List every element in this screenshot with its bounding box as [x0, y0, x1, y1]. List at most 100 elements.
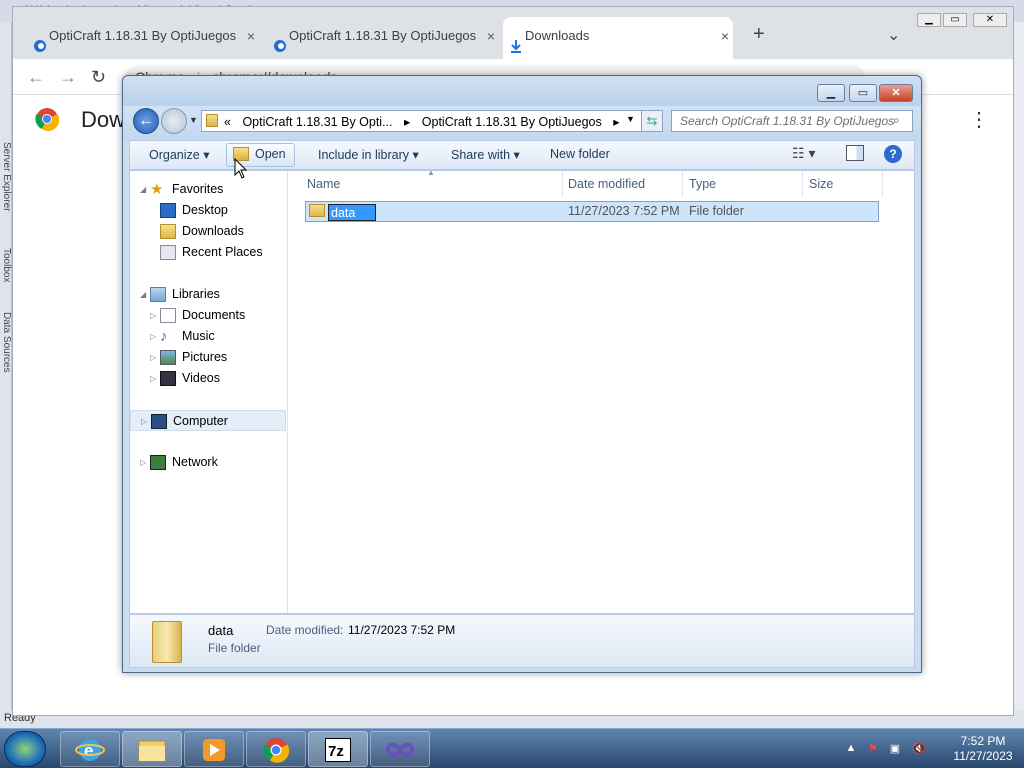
breadcrumb-separator-icon[interactable]: ▸ — [404, 115, 410, 129]
nav-pictures[interactable]: ▷ Pictures — [130, 347, 286, 368]
chrome-minimize-button[interactable]: ▁ — [917, 13, 941, 27]
close-tab-icon[interactable]: × — [487, 17, 495, 55]
address-dropdown-icon[interactable]: ▼ — [626, 114, 635, 124]
organize-button[interactable]: Organize ▾ — [149, 147, 209, 162]
breadcrumb[interactable]: « OptiCraft 1.18.31 By Opti... ▸ OptiCra… — [201, 110, 663, 132]
file-type: File folder — [689, 204, 744, 218]
back-button[interactable]: ← — [27, 67, 45, 88]
nav-desktop[interactable]: Desktop — [130, 200, 286, 221]
tab-search-button[interactable]: ⌄ — [887, 25, 900, 45]
tab-opticraft-2[interactable]: OptiCraft 1.18.31 By OptiJuegos × — [267, 17, 499, 59]
breadcrumb-overflow[interactable]: « — [224, 115, 231, 129]
tab-opticraft-1[interactable]: OptiCraft 1.18.31 By OptiJuegos × — [27, 17, 259, 59]
start-button[interactable] — [4, 731, 46, 767]
tab-label: OptiCraft 1.18.31 By OptiJuegos — [49, 28, 237, 43]
file-name-edit[interactable]: data — [328, 204, 376, 221]
nav-label: Music — [182, 329, 215, 343]
nav-libraries[interactable]: ◢ Libraries — [130, 284, 286, 305]
system-clock[interactable]: 7:52 PM 11/27/2023 — [948, 734, 1018, 764]
column-header-size[interactable]: Size — [809, 177, 833, 191]
volume-muted-icon[interactable]: 🔇 — [912, 742, 926, 756]
taskbar-explorer[interactable] — [122, 731, 182, 767]
show-hidden-icons-icon[interactable]: ▲ — [844, 742, 858, 756]
nav-favorites[interactable]: ◢ ★ Favorites — [130, 179, 286, 200]
chrome-close-button[interactable]: ✕ — [973, 13, 1007, 27]
breadcrumb-item-current[interactable]: OptiCraft 1.18.31 By OptiJuegos — [422, 115, 602, 129]
search-input[interactable]: Search OptiCraft 1.18.31 By OptiJuegos — [671, 110, 913, 132]
table-row[interactable]: data 11/27/2023 7:52 PM File folder — [305, 201, 879, 222]
tab-downloads[interactable]: Downloads × — [503, 17, 733, 59]
collapse-arrow-icon[interactable]: ▷ — [150, 326, 156, 347]
collapse-arrow-icon[interactable]: ▷ — [150, 305, 156, 326]
nav-recent-places[interactable]: Recent Places — [130, 242, 286, 263]
expand-arrow-icon[interactable]: ◢ — [140, 179, 146, 200]
nav-label: Downloads — [182, 224, 244, 238]
column-header-name[interactable]: Name — [307, 177, 340, 191]
reload-button[interactable]: ↻ — [91, 67, 106, 88]
expand-arrow-icon[interactable]: ◢ — [140, 284, 146, 305]
nav-label: Computer — [173, 414, 228, 428]
taskbar-visual-studio[interactable] — [370, 731, 430, 767]
nav-downloads[interactable]: Downloads — [130, 221, 286, 242]
column-divider[interactable] — [802, 171, 803, 197]
taskbar-chrome[interactable] — [246, 731, 306, 767]
new-folder-button[interactable]: New folder — [550, 147, 610, 161]
search-icon[interactable]: ⌕ — [893, 113, 900, 128]
nav-computer[interactable]: ▷ Computer — [130, 410, 286, 431]
include-in-library-button[interactable]: Include in library ▾ — [318, 147, 419, 162]
breadcrumb-item-parent[interactable]: OptiCraft 1.18.31 By Opti... — [242, 115, 392, 129]
column-divider[interactable] — [682, 171, 683, 197]
view-options-icon[interactable]: ☷ ▾ — [792, 145, 815, 162]
forward-button[interactable]: → — [59, 67, 77, 88]
column-header-type[interactable]: Type — [689, 177, 716, 191]
nav-documents[interactable]: ▷ Documents — [130, 305, 286, 326]
preview-pane-icon[interactable] — [846, 145, 864, 161]
edge-favicon-icon — [33, 30, 47, 52]
chrome-logo-icon — [35, 107, 60, 134]
column-divider[interactable] — [562, 171, 563, 197]
clock-time: 7:52 PM — [960, 734, 1006, 748]
recent-pages-dropdown[interactable]: ▼ — [189, 115, 198, 125]
taskbar-7zip[interactable]: 7z — [308, 731, 368, 767]
nav-network[interactable]: ▷ Network — [130, 452, 286, 473]
explorer-body: ◢ ★ Favorites Desktop Downloads Recent P… — [129, 168, 915, 614]
share-with-button[interactable]: Share with ▾ — [451, 147, 520, 162]
forward-arrow-icon[interactable] — [161, 108, 187, 134]
explorer-close-button[interactable]: ✕ — [879, 84, 913, 102]
chrome-maximize-button[interactable]: ▭ — [943, 13, 967, 27]
network-status-icon[interactable]: ▣ — [888, 742, 902, 756]
svg-text:7z: 7z — [328, 743, 344, 760]
column-header-date[interactable]: Date modified — [568, 177, 645, 191]
svg-text:e: e — [84, 741, 93, 760]
collapse-arrow-icon[interactable]: ▷ — [141, 411, 147, 432]
action-center-icon[interactable]: ⚑ — [866, 742, 880, 756]
close-tab-icon[interactable]: × — [247, 17, 255, 55]
close-tab-icon[interactable]: × — [721, 17, 729, 55]
taskbar-media-player[interactable] — [184, 731, 244, 767]
new-tab-button[interactable]: + — [753, 23, 765, 46]
nav-label: Pictures — [182, 350, 228, 364]
help-icon[interactable]: ? — [884, 145, 902, 163]
explorer-minimize-button[interactable]: ▁ — [817, 84, 845, 102]
column-divider[interactable] — [882, 171, 883, 197]
back-arrow-icon[interactable]: ← — [133, 108, 159, 134]
file-list-pane: Name ▲ Date modified Type Size data 11/2… — [289, 168, 915, 613]
refresh-icon[interactable]: ⇆ — [641, 110, 663, 132]
breadcrumb-separator-icon[interactable]: ▸ — [613, 115, 619, 129]
explorer-maximize-button[interactable]: ▭ — [849, 84, 877, 102]
nav-videos[interactable]: ▷ Videos — [130, 368, 286, 389]
collapse-arrow-icon[interactable]: ▷ — [150, 368, 156, 389]
collapse-arrow-icon[interactable]: ▷ — [140, 452, 146, 473]
vs-tab-data-sources[interactable]: Data Sources — [0, 312, 12, 432]
download-icon — [509, 30, 523, 53]
collapse-arrow-icon[interactable]: ▷ — [150, 347, 156, 368]
taskbar-ie[interactable]: e — [60, 731, 120, 767]
videos-icon — [160, 371, 176, 386]
explorer-title-bar[interactable]: ▁ ▭ ✕ — [123, 76, 921, 106]
details-name: data — [208, 623, 234, 638]
open-label: Open — [255, 147, 286, 161]
nav-music[interactable]: ▷ ♪ Music — [130, 326, 286, 347]
chrome-menu-button[interactable]: ⋮ — [969, 107, 989, 132]
documents-icon — [160, 308, 176, 323]
vs-tab-server-explorer[interactable]: Server Explorer — [0, 142, 12, 262]
